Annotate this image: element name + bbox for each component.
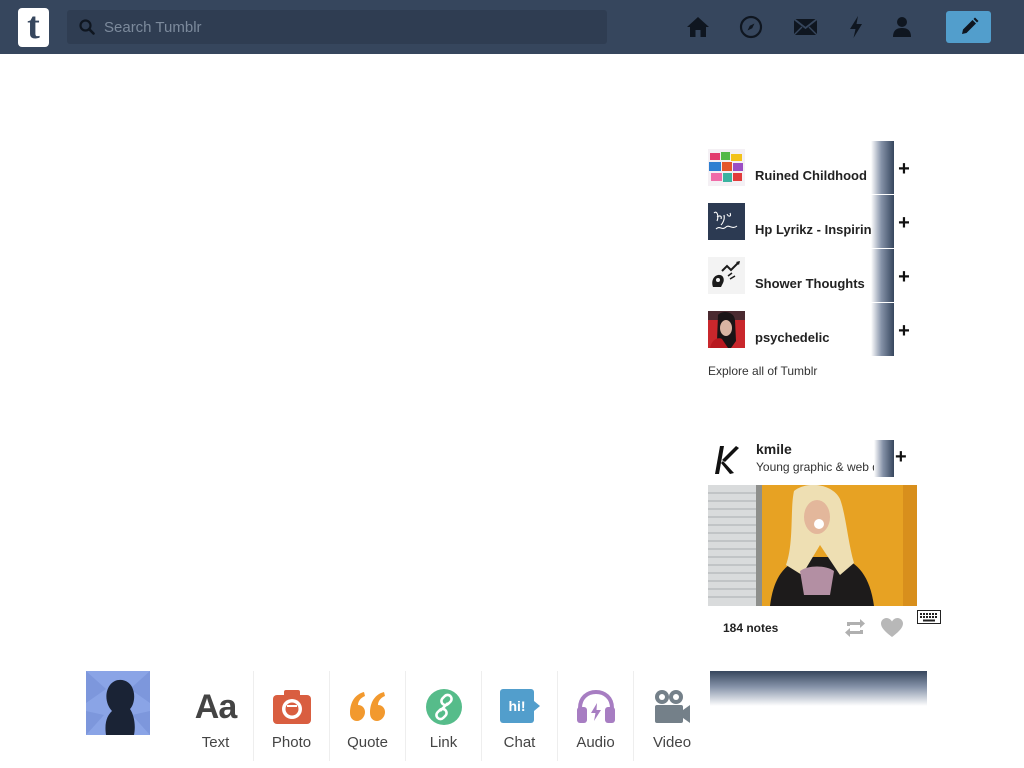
post-type-label: Video bbox=[652, 734, 692, 751]
fade-overlay bbox=[871, 141, 894, 194]
link-icon bbox=[406, 687, 481, 727]
follow-button[interactable]: + bbox=[894, 159, 914, 179]
post-type-bar: Aa Text Photo Quote Link hi! Chat Audio … bbox=[178, 671, 710, 761]
inbox-mail-icon[interactable] bbox=[792, 14, 818, 40]
fade-overlay bbox=[874, 440, 894, 477]
post-quote-button[interactable]: Quote bbox=[330, 671, 406, 761]
post-type-label: Link bbox=[429, 734, 458, 751]
activity-lightning-icon[interactable] bbox=[843, 14, 869, 40]
search-input[interactable] bbox=[104, 18, 584, 36]
post-link-button[interactable]: Link bbox=[406, 671, 482, 761]
follow-button[interactable]: + bbox=[894, 267, 914, 287]
recommended-blogs: Ruined Childhood + Hp Lyrikz - Inspiring… bbox=[708, 141, 918, 357]
home-icon[interactable] bbox=[685, 14, 711, 40]
blog-name[interactable]: Ruined Childhood bbox=[755, 168, 883, 183]
post-audio-button[interactable]: Audio bbox=[558, 671, 634, 761]
radar-follow-button[interactable]: + bbox=[895, 446, 907, 469]
recommended-blog-item[interactable]: Hp Lyrikz - Inspiring + bbox=[708, 195, 918, 249]
account-person-icon[interactable] bbox=[889, 14, 915, 40]
compose-button[interactable] bbox=[946, 11, 991, 43]
fade-overlay bbox=[871, 195, 894, 248]
text-aa-icon: Aa bbox=[194, 687, 237, 726]
post-type-label: Text bbox=[201, 734, 230, 751]
post-type-label: Audio bbox=[576, 734, 615, 751]
pencil-icon bbox=[961, 17, 978, 34]
chat-bubble-icon: hi! bbox=[482, 687, 557, 727]
blog-avatar[interactable] bbox=[708, 257, 745, 294]
recommended-blog-item[interactable]: Shower Thoughts + bbox=[708, 249, 918, 303]
headphones-icon bbox=[558, 687, 633, 727]
radar-blog-name[interactable]: kmile bbox=[756, 441, 792, 457]
sidebar-fade-overlay bbox=[710, 671, 927, 706]
radar-blog-avatar[interactable] bbox=[708, 440, 745, 477]
explore-compass-icon[interactable] bbox=[738, 14, 764, 40]
post-text-button[interactable]: Aa Text bbox=[178, 671, 254, 761]
blog-name[interactable]: psychedelic bbox=[755, 330, 883, 345]
tumblr-logo[interactable]: t bbox=[18, 4, 49, 47]
follow-button[interactable]: + bbox=[894, 213, 914, 233]
blog-avatar[interactable] bbox=[708, 311, 745, 348]
svg-text:hi!: hi! bbox=[508, 698, 525, 714]
search-icon bbox=[79, 19, 95, 35]
radar-post-photo[interactable] bbox=[708, 485, 917, 606]
follow-button[interactable]: + bbox=[894, 321, 914, 341]
blog-avatar[interactable] bbox=[708, 149, 745, 186]
blog-name[interactable]: Hp Lyrikz - Inspiring bbox=[755, 222, 883, 237]
radar-blog-description: Young graphic & web designer bbox=[756, 460, 888, 474]
top-navigation-bar: t bbox=[0, 0, 1024, 54]
reblog-icon[interactable] bbox=[843, 617, 867, 639]
blog-name[interactable]: Shower Thoughts bbox=[755, 276, 883, 291]
post-type-label: Photo bbox=[271, 734, 312, 751]
post-type-label: Quote bbox=[347, 734, 388, 751]
logo-letter: t bbox=[27, 4, 40, 47]
keyboard-shortcuts-icon[interactable] bbox=[917, 610, 941, 624]
post-video-button[interactable]: Video bbox=[634, 671, 710, 761]
fade-overlay bbox=[871, 249, 894, 302]
post-type-label: Chat bbox=[503, 734, 536, 751]
post-chat-button[interactable]: hi! Chat bbox=[482, 671, 558, 761]
blog-avatar[interactable] bbox=[708, 203, 745, 240]
post-photo-button[interactable]: Photo bbox=[254, 671, 330, 761]
camera-icon bbox=[254, 687, 329, 727]
recommended-blog-item[interactable]: Ruined Childhood + bbox=[708, 141, 918, 195]
video-camera-icon bbox=[634, 687, 710, 727]
fade-overlay bbox=[871, 303, 894, 356]
recommended-blog-item[interactable]: psychedelic + bbox=[708, 303, 918, 357]
search-box[interactable] bbox=[67, 10, 607, 44]
user-avatar[interactable] bbox=[86, 671, 150, 735]
heart-like-icon[interactable] bbox=[880, 617, 904, 639]
quote-icon bbox=[330, 687, 405, 727]
notes-count[interactable]: 184 notes bbox=[723, 621, 778, 635]
explore-all-link[interactable]: Explore all of Tumblr bbox=[708, 364, 817, 378]
